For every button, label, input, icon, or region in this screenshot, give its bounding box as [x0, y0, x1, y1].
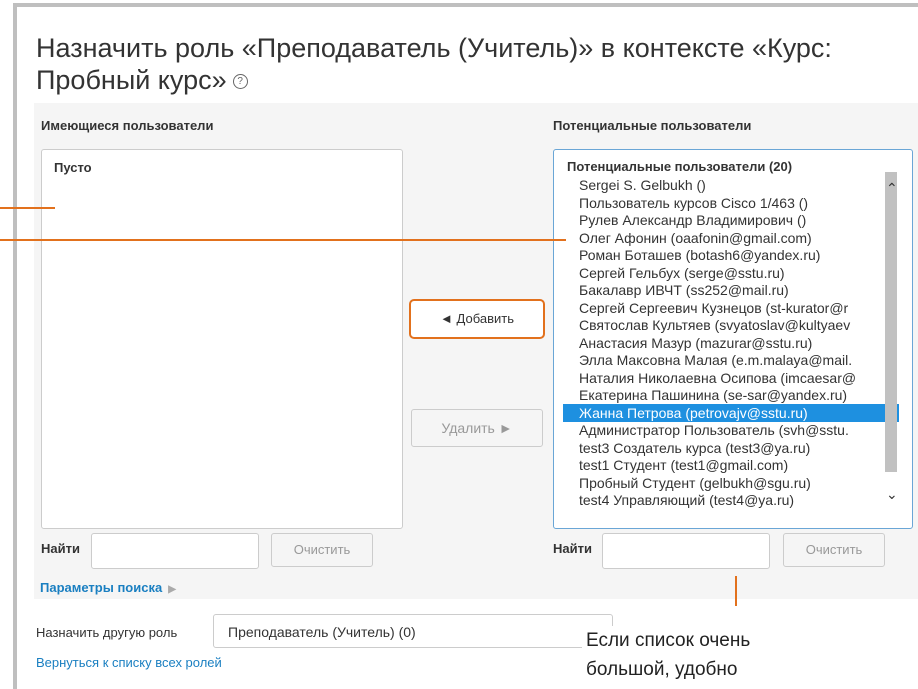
potential-user-option[interactable]: test4 Управляющий (test4@ya.ru): [563, 491, 899, 509]
potential-user-option[interactable]: Пользователь курсов Cisco 1/463 (): [563, 194, 899, 212]
existing-search-input[interactable]: [91, 533, 259, 569]
other-role-label: Назначить другую роль: [36, 625, 178, 640]
scroll-up-icon[interactable]: ⌃: [886, 180, 898, 197]
potential-user-option[interactable]: Рулев Александр Владимирович (): [563, 211, 899, 229]
page-title-text: Назначить роль «Преподаватель (Учитель)»…: [36, 33, 832, 95]
scroll-down-icon[interactable]: ⌄: [886, 486, 898, 503]
callout-line-2: большой, удобно: [586, 659, 738, 680]
potential-users-label: Потенциальные пользователи: [553, 118, 752, 133]
callout-line-1: Если список очень: [586, 630, 751, 651]
potential-user-option[interactable]: Элла Максовна Малая (e.m.malaya@mail.: [563, 351, 899, 369]
potential-user-option[interactable]: Администратор Пользователь (svh@sstu.: [563, 421, 899, 439]
callout-note: Если список очень большой, удобно: [582, 626, 916, 684]
potential-user-option[interactable]: Сергей Сергеевич Кузнецов (st-kurator@r: [563, 299, 899, 317]
search-params-label: Параметры поиска: [40, 580, 163, 595]
potential-user-option[interactable]: Роман Боташев (botash6@yandex.ru): [563, 246, 899, 264]
add-button[interactable]: ◄ Добавить: [409, 299, 545, 339]
frame-border-left: [13, 3, 17, 689]
help-icon[interactable]: ?: [232, 74, 248, 90]
frame-border-top: [13, 3, 918, 7]
empty-option: Пусто: [54, 160, 92, 175]
potential-find-label: Найти: [553, 541, 592, 556]
existing-clear-button[interactable]: Очистить: [271, 533, 373, 567]
search-params-link[interactable]: Параметры поиска ▶: [40, 580, 176, 595]
back-to-roles-link[interactable]: Вернуться к списку всех ролей: [36, 655, 222, 670]
potential-user-option[interactable]: Жанна Петрова (petrovajv@sstu.ru): [563, 403, 899, 422]
potential-users-group-label: Потенциальные пользователи (20): [567, 159, 793, 174]
potential-user-option[interactable]: Сергей Гельбух (serge@sstu.ru): [563, 264, 899, 282]
potential-search-input[interactable]: [602, 533, 770, 569]
potential-user-option[interactable]: Святослав Культяев (svyatoslav@kultyaev: [563, 316, 899, 334]
potential-user-option[interactable]: Пробный Студент (gelbukh@sgu.ru): [563, 474, 899, 492]
existing-users-label: Имеющиеся пользователи: [41, 118, 214, 133]
expand-triangle-icon: ▶: [168, 584, 176, 595]
list-scrollbar[interactable]: ⌃ ⌄: [885, 158, 899, 521]
callout-line-search: [735, 576, 737, 606]
potential-clear-button[interactable]: Очистить: [783, 533, 885, 567]
potential-user-option[interactable]: test1 Студент (test1@gmail.com): [563, 456, 899, 474]
potential-user-option[interactable]: test3 Создатель курса (test3@ya.ru): [563, 439, 899, 457]
potential-user-option[interactable]: Екатерина Пашинина (se-sar@yandex.ru): [563, 386, 899, 404]
other-role-select[interactable]: Преподаватель (Учитель) (0): [213, 614, 613, 648]
existing-find-label: Найти: [41, 541, 80, 556]
callout-line-potential: [0, 239, 566, 241]
potential-user-option[interactable]: Sergei S. Gelbukh (): [563, 176, 899, 194]
scrollbar-thumb[interactable]: [885, 172, 897, 472]
potential-user-option[interactable]: Олег Афонин (oaafonin@gmail.com): [563, 229, 899, 247]
potential-user-option[interactable]: Бакалавр ИВЧТ (ss252@mail.ru): [563, 281, 899, 299]
potential-user-option[interactable]: Анастасия Мазур (mazurar@sstu.ru): [563, 334, 899, 352]
callout-line-existing: [0, 207, 55, 209]
potential-users-list[interactable]: Потенциальные пользователи (20) Sergei S…: [553, 149, 913, 529]
remove-button[interactable]: Удалить ►: [411, 409, 543, 447]
existing-users-list[interactable]: Пусто: [41, 149, 403, 529]
page-title: Назначить роль «Преподаватель (Учитель)»…: [36, 32, 906, 96]
potential-user-option[interactable]: Наталия Николаевна Осипова (imcaesar@: [563, 369, 899, 387]
